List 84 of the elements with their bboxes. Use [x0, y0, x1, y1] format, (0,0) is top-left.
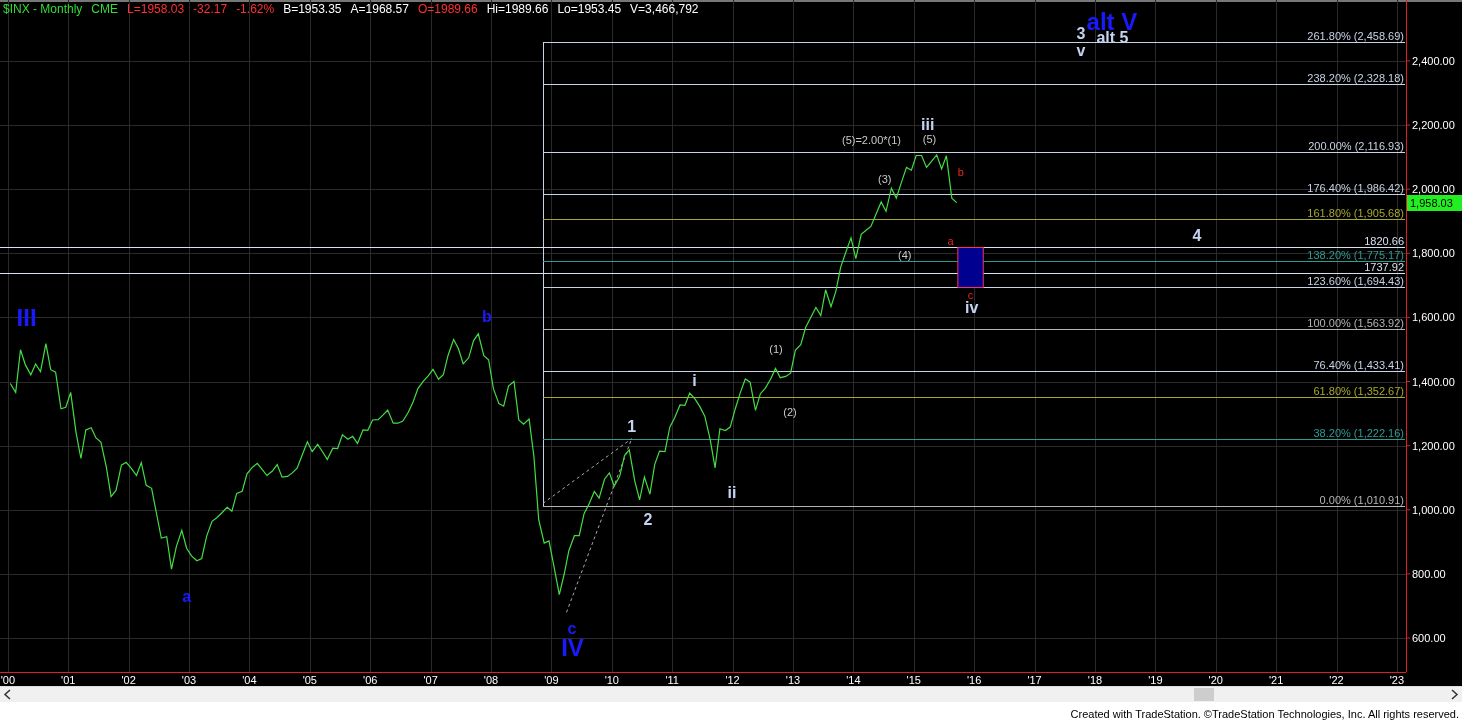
quote-field: Hi=1989.66 [486, 2, 549, 16]
quote-field: -1.62% [236, 2, 275, 16]
wave-label: III [16, 304, 37, 332]
scrollbar-thumb[interactable] [1194, 688, 1214, 701]
axis-label: 1,600.00 [1412, 311, 1455, 324]
axis-label: '23 [1389, 674, 1405, 686]
wave-label: 2 [643, 511, 653, 529]
axis-label: '13 [785, 674, 801, 686]
axis-label: '12 [725, 674, 740, 686]
axis-label: '09 [544, 674, 559, 686]
axis-label: 600.00 [1412, 632, 1446, 644]
axis-label: '04 [242, 674, 257, 686]
wave-label: iv [965, 299, 979, 317]
axis-label: 2,400.00 [1412, 54, 1455, 67]
axis-label: '20 [1208, 674, 1223, 686]
wave-label: iii [921, 115, 935, 133]
quote-field: $INX - Monthly [3, 2, 83, 16]
wave-label: 4 [1192, 227, 1202, 245]
axis-label: '17 [1027, 674, 1042, 686]
wave-label: b [481, 308, 492, 326]
fib-level-label: 176.40% (1,986.42) [1307, 181, 1404, 194]
axis-label: 800.00 [1412, 567, 1446, 580]
fib-level-label: 161.80% (1,905.68) [1307, 206, 1404, 219]
fib-level-label: 123.60% (1,694.43) [1307, 274, 1404, 287]
fib-level-label: 0.00% (1,010.91) [1319, 493, 1404, 506]
price-level-label: 1820.66 [1364, 234, 1404, 247]
last-price-tag: 1,958.03 [1407, 194, 1462, 211]
price-level-label: 1737.92 [1364, 260, 1404, 273]
wave-label: (5)=2.00*(1) [842, 133, 901, 146]
axis-label: '10 [604, 674, 619, 686]
fib-level-label: 76.40% (1,433.41) [1313, 358, 1404, 371]
wave-label: a [182, 588, 192, 606]
wave-label: ii [727, 484, 737, 502]
fib-level-label: 261.80% (2,458.69) [1307, 29, 1404, 42]
fib-level-label: 100.00% (1,563.92) [1307, 316, 1404, 329]
quote-field: B=1953.35 [283, 2, 342, 16]
fib-level-label: 38.20% (1,222.16) [1313, 426, 1404, 439]
wave-label: i [692, 372, 697, 390]
quote-field: Lo=1953.45 [557, 2, 622, 16]
axis-label: 2,000.00 [1412, 183, 1455, 196]
fib-level-label: 138.20% (1,775.17) [1307, 248, 1404, 261]
quote-field: O=1989.66 [417, 2, 478, 16]
axis-label: '21 [1269, 674, 1284, 686]
axis-label: '05 [302, 674, 317, 686]
wave-label: 1 [627, 418, 637, 436]
wave-label: b [957, 165, 964, 178]
axis-label: '07 [423, 674, 438, 686]
axis-label: '16 [967, 674, 982, 686]
fib-level-label: 238.20% (2,328.18) [1307, 71, 1404, 84]
target-zone-box [957, 247, 984, 288]
fib-level-label: 61.80% (1,352.67) [1313, 384, 1404, 397]
axis-label: '08 [483, 674, 499, 686]
wave-label: 3 [1076, 25, 1086, 43]
wave-label: (4) [898, 248, 912, 261]
quote-field: CME [91, 2, 119, 16]
axis-label: '01 [61, 674, 76, 686]
axis-label: '02 [121, 674, 136, 686]
axis-label: '19 [1148, 674, 1163, 686]
wave-label: (1) [769, 343, 783, 355]
axis-label: 2,200.00 [1412, 119, 1455, 132]
axis-label: '03 [181, 674, 197, 686]
axis-label: 1,200.00 [1412, 439, 1455, 452]
axis-label: '11 [665, 674, 679, 686]
axis-label: '06 [363, 674, 378, 686]
quote-field: A=1968.57 [350, 2, 409, 16]
wave-label: (5) [922, 133, 937, 146]
wave-label: c [967, 288, 974, 301]
axis-label: '14 [846, 674, 861, 686]
axis-label: '15 [906, 674, 921, 686]
axis-label: '18 [1087, 674, 1103, 686]
quote-field: V=3,466,792 [630, 2, 699, 16]
axis-label: 1,800.00 [1412, 247, 1455, 260]
axis-label: 1,400.00 [1412, 375, 1455, 388]
wave-label: (3) [878, 172, 892, 185]
axis-label: 1,000.00 [1412, 503, 1455, 516]
copyright-text: Created with TradeStation. ©TradeStation Technologies, Inc. All rights reserved. [1070, 708, 1459, 720]
wave-label: (2) [783, 405, 797, 418]
wave-label: a [947, 234, 954, 247]
quote-field: -32.17 [193, 2, 228, 16]
quote-field: L=1958.03 [127, 2, 185, 16]
axis-label: '00 [0, 674, 15, 686]
fib-level-label: 200.00% (2,116.93) [1308, 139, 1404, 152]
axis-label: '22 [1329, 674, 1344, 686]
wave-label: v [1076, 42, 1086, 60]
